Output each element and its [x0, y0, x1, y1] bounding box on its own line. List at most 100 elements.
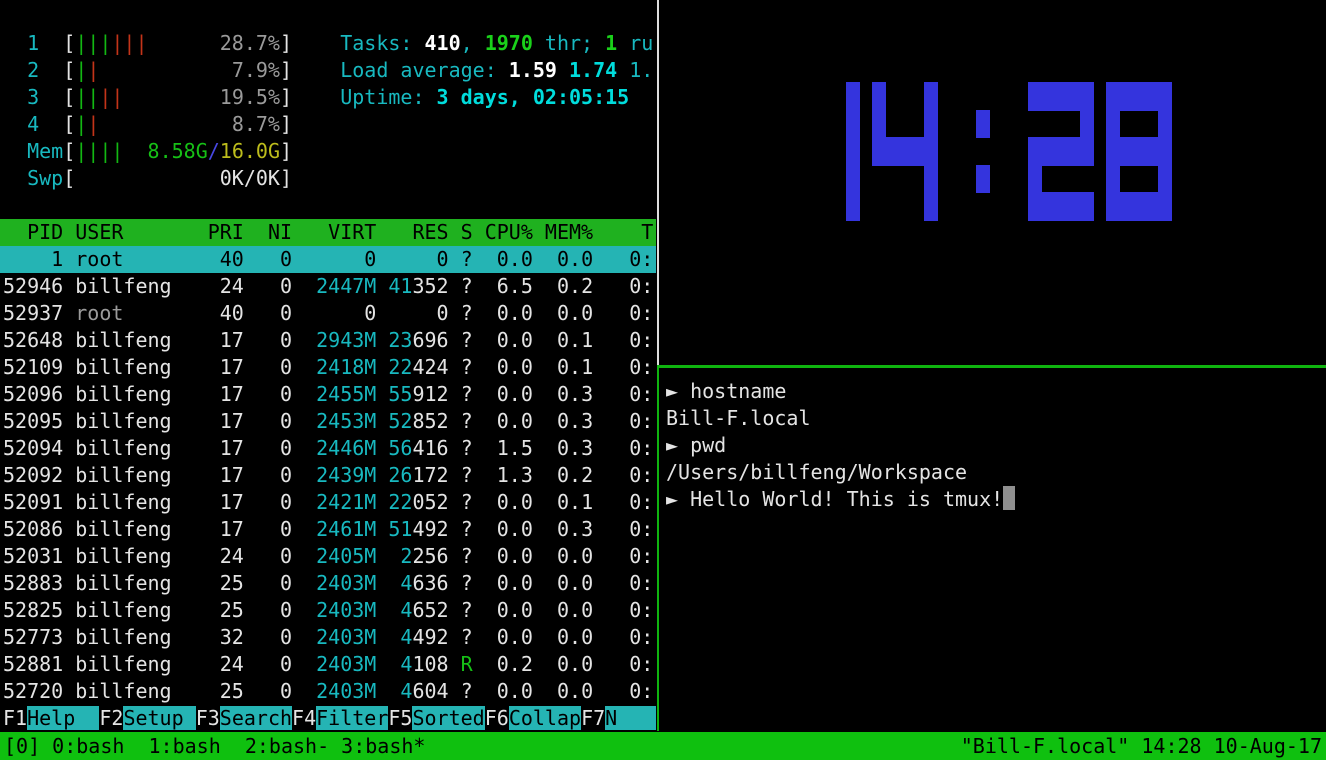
status-window-list: [0] 0:bash 1:bash 2:bash- 3:bash* — [0, 733, 429, 760]
pri-cell: 17 — [184, 490, 244, 514]
cpu-cell: 0.0 — [473, 517, 533, 541]
tmux-status-bar: [0] 0:bash 1:bash 2:bash- 3:bash* "Bill-… — [0, 732, 1326, 760]
ni-cell: 0 — [244, 328, 292, 352]
window-item-2-bash[interactable]: 2:bash- — [245, 734, 341, 758]
res-cell-hi: 22 — [388, 490, 412, 514]
prompt-arrow-icon: ► — [666, 487, 690, 511]
cpu-cell: 1.3 — [473, 463, 533, 487]
process-row[interactable]: 1 root 40 0 0 0 ? 0.0 0.0 0: — [0, 246, 656, 273]
swp-meter-value: 0K/0K — [220, 166, 280, 190]
mem-cell: 0.0 — [533, 652, 593, 676]
process-row[interactable]: 52825 billfeng 25 0 2403M 4652 ? 0.0 0.0… — [0, 597, 656, 624]
time-cell: 0: — [593, 355, 653, 379]
res-cell: 604 — [412, 679, 448, 703]
htop-pane[interactable]: 1 [|||||| 28.7%] Tasks: 410, 1970 thr; 1… — [0, 3, 656, 732]
process-row[interactable]: 52091 billfeng 17 0 2421M 22052 ? 0.0 0.… — [0, 489, 656, 516]
pane-border-vertical-inactive[interactable] — [657, 0, 659, 365]
cpu-cell: 0.0 — [473, 598, 533, 622]
mem-meter-label: Mem — [3, 139, 63, 163]
process-row[interactable]: 52096 billfeng 17 0 2455M 55912 ? 0.0 0.… — [0, 381, 656, 408]
process-table-header[interactable]: PID USER PRI NI VIRT RES S CPU% MEM% T — [0, 219, 656, 246]
fkey-f4-key[interactable]: F4 — [292, 706, 316, 730]
fkey-f5-key[interactable]: F5 — [388, 706, 412, 730]
state-cell: ? — [449, 679, 473, 703]
res-cell-hi: 41 — [388, 274, 412, 298]
ni-cell: 0 — [244, 598, 292, 622]
process-row[interactable]: 52109 billfeng 17 0 2418M 22424 ? 0.0 0.… — [0, 354, 656, 381]
fkey-f1-label[interactable]: Help — [27, 706, 99, 730]
ni-cell: 0 — [244, 301, 292, 325]
swp-meter-label: Swp — [3, 166, 63, 190]
window-item-1-bash[interactable]: 1:bash — [149, 734, 245, 758]
shell-output-line: Bill-F.local — [660, 405, 1326, 432]
cpu-cell: 0.0 — [473, 625, 533, 649]
user-cell: billfeng — [75, 625, 183, 649]
fkey-f4-label[interactable]: Filter — [316, 706, 388, 730]
clock-digit-cell — [1106, 165, 1120, 194]
user-cell: billfeng — [75, 517, 183, 541]
time-cell: 0: — [593, 328, 653, 352]
fkey-f6-label[interactable]: Collap — [509, 706, 581, 730]
pid-cell: 52773 — [3, 625, 63, 649]
fkey-f1-key[interactable]: F1 — [3, 706, 27, 730]
clock-digit-cell — [1067, 82, 1081, 111]
process-row[interactable]: 52648 billfeng 17 0 2943M 23696 ? 0.0 0.… — [0, 327, 656, 354]
process-row[interactable]: 52094 billfeng 17 0 2446M 56416 ? 1.5 0.… — [0, 435, 656, 462]
shell-pane[interactable]: ► hostnameBill-F.local► pwd/Users/billfe… — [660, 369, 1326, 731]
pid-cell: 52086 — [3, 517, 63, 541]
time-cell: 0: — [593, 625, 653, 649]
process-row[interactable]: 52946 billfeng 24 0 2447M 41352 ? 6.5 0.… — [0, 273, 656, 300]
state-cell: ? — [449, 301, 473, 325]
ni-cell: 0 — [244, 247, 292, 271]
state-cell: ? — [449, 409, 473, 433]
window-item-3-bash[interactable]: 3:bash* — [341, 734, 425, 758]
fkey-f6-key[interactable]: F6 — [485, 706, 509, 730]
time-cell: 0: — [593, 409, 653, 433]
res-cell: 636 — [412, 571, 448, 595]
fkey-f2-key[interactable]: F2 — [99, 706, 123, 730]
process-row[interactable]: 52883 billfeng 25 0 2403M 4636 ? 0.0 0.0… — [0, 570, 656, 597]
fkey-f7-label[interactable]: N — [605, 706, 656, 730]
pid-cell: 52937 — [3, 301, 63, 325]
process-row[interactable]: 52937 root 40 0 0 0 ? 0.0 0.0 0: — [0, 300, 656, 327]
process-row[interactable]: 52092 billfeng 17 0 2439M 26172 ? 1.3 0.… — [0, 462, 656, 489]
process-row[interactable]: 52086 billfeng 17 0 2461M 51492 ? 0.0 0.… — [0, 516, 656, 543]
process-row[interactable]: 52881 billfeng 24 0 2403M 4108 R 0.2 0.0… — [0, 651, 656, 678]
pane-border-vertical-active[interactable] — [657, 365, 659, 731]
clock-digit-cell — [1158, 82, 1172, 111]
pane-border-horizontal-active[interactable] — [657, 365, 1326, 368]
res-cell-hi: 55 — [388, 382, 412, 406]
fkey-f3-key[interactable]: F3 — [196, 706, 220, 730]
state-cell: ? — [449, 463, 473, 487]
mem-cell: 0.1 — [533, 328, 593, 352]
window-item-0-bash[interactable]: 0:bash — [52, 734, 148, 758]
tmux-clock-pane[interactable] — [660, 0, 1326, 365]
blank-line — [0, 3, 656, 30]
clock-digit-cell — [1067, 192, 1081, 221]
user-cell: billfeng — [75, 274, 183, 298]
cpu-cell: 0.0 — [473, 328, 533, 352]
meter-bars-red: || — [99, 85, 123, 109]
user-cell: root — [75, 247, 183, 271]
fkey-f3-label[interactable]: Search — [220, 706, 292, 730]
process-row[interactable]: 52773 billfeng 32 0 2403M 4492 ? 0.0 0.0… — [0, 624, 656, 651]
process-row[interactable]: 52095 billfeng 17 0 2453M 52852 ? 0.0 0.… — [0, 408, 656, 435]
virt-cell: 2447M — [292, 274, 376, 298]
fkey-f2-label[interactable]: Setup — [123, 706, 195, 730]
pri-cell: 17 — [184, 517, 244, 541]
time-cell: 0: — [593, 382, 653, 406]
prompt-arrow-icon: ► — [666, 379, 690, 403]
meter-bars-green: |||| — [75, 139, 123, 163]
res-cell: 852 — [412, 409, 448, 433]
clock-digit-cell — [1119, 137, 1133, 166]
ni-cell: 0 — [244, 382, 292, 406]
mem-cell: 0.0 — [533, 679, 593, 703]
process-row[interactable]: 52031 billfeng 24 0 2405M 2256 ? 0.0 0.0… — [0, 543, 656, 570]
pid-cell: 52091 — [3, 490, 63, 514]
res-cell: 492 — [412, 517, 448, 541]
fkey-f7-key[interactable]: F7 — [581, 706, 605, 730]
fkey-f5-label[interactable]: Sorted — [412, 706, 484, 730]
process-row[interactable]: 52720 billfeng 25 0 2403M 4604 ? 0.0 0.0… — [0, 678, 656, 705]
clock-digit-cell — [1119, 192, 1133, 221]
clock-digit-cell — [846, 82, 860, 111]
